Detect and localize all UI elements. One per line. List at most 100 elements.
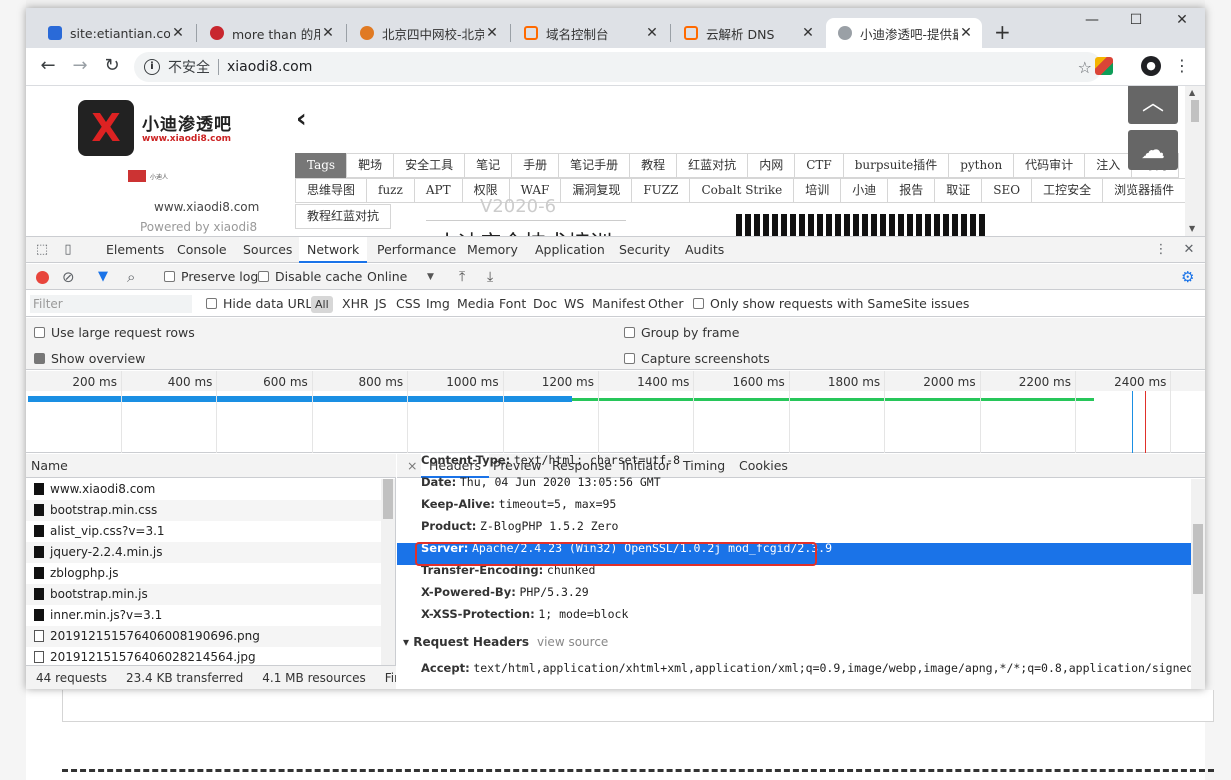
tab-security[interactable]: Security (611, 237, 678, 263)
tag-link[interactable]: 小迪 (840, 178, 889, 203)
tag-link[interactable]: 教程 (629, 153, 678, 178)
chat-button[interactable]: ☁ (1128, 130, 1178, 170)
tag-link[interactable]: 报告 (887, 178, 936, 203)
minimize-button[interactable]: — (1077, 12, 1107, 28)
checkbox-checked-icon[interactable] (34, 353, 45, 364)
filter-type-js[interactable]: JS (375, 291, 387, 317)
header-row[interactable]: Accept: text/html,application/xhtml+xml,… (421, 657, 1205, 679)
tab-performance[interactable]: Performance (369, 237, 464, 263)
new-tab-button[interactable]: + (994, 20, 1011, 44)
tab-console[interactable]: Console (169, 237, 235, 263)
tag-link[interactable]: 漏洞复现 (560, 178, 633, 203)
show-overview-checkbox[interactable]: Show overview (34, 351, 145, 366)
tag-link[interactable]: CTF (794, 153, 844, 178)
tag-link[interactable]: Cobalt Strike (689, 178, 795, 203)
header-row[interactable]: X-Powered-By: PHP/5.3.29 (421, 581, 589, 603)
site-url[interactable]: www.xiaodi8.com (154, 200, 259, 214)
checkbox-icon[interactable] (164, 271, 175, 282)
info-icon[interactable]: i (144, 59, 160, 75)
capture-screenshots-checkbox[interactable]: Capture screenshots (624, 351, 770, 366)
tag-link[interactable]: 代码审计 (1013, 153, 1086, 178)
filter-type-manifest[interactable]: Manifest (592, 291, 645, 317)
tab-network[interactable]: Network (299, 237, 368, 263)
tag-link[interactable]: 取证 (934, 178, 983, 203)
filter-type-media[interactable]: Media (457, 291, 495, 317)
tab-timing[interactable]: Timing (675, 454, 733, 478)
filter-type-xhr[interactable]: XHR (342, 291, 369, 317)
request-row[interactable]: www.xiaodi8.com (26, 479, 381, 500)
disable-cache-checkbox[interactable]: Disable cache (258, 264, 362, 290)
extension-icon[interactable] (1095, 57, 1113, 75)
page-scrollbar-thumb[interactable] (1191, 100, 1199, 122)
tag-link[interactable]: 内网 (747, 153, 796, 178)
account-icon[interactable]: ● (1141, 56, 1161, 76)
browser-tab[interactable]: site:etiantian.co ✕ (36, 18, 194, 48)
filter-type-css[interactable]: CSS (396, 291, 421, 317)
tag-link[interactable]: fuzz (366, 178, 415, 203)
filter-input[interactable]: Filter (30, 295, 192, 313)
tab-close-icon[interactable]: ✕ (170, 25, 186, 41)
request-row[interactable]: jquery-2.2.4.min.js (26, 542, 381, 563)
forward-button[interactable]: → (68, 55, 92, 76)
hide-data-urls-checkbox[interactable]: Hide data URLs (206, 291, 319, 317)
tag-link[interactable]: 教程红蓝对抗 (295, 204, 392, 229)
tab-cookies[interactable]: Cookies (731, 454, 796, 478)
checkbox-icon[interactable] (624, 327, 635, 338)
reload-button[interactable]: ↻ (100, 55, 124, 76)
filter-type-ws[interactable]: WS (564, 291, 584, 317)
tab-memory[interactable]: Memory (459, 237, 526, 263)
tag-link[interactable]: 安全工具 (393, 153, 466, 178)
header-row[interactable]: Content-Type: text/html; charset=utf-8 (421, 454, 680, 471)
preserve-log-checkbox[interactable]: Preserve log (164, 264, 258, 290)
view-source-link[interactable]: view source (537, 635, 608, 649)
tag-link[interactable]: 注入 (1084, 153, 1133, 178)
name-column-header[interactable]: Name (26, 454, 396, 478)
tab-application[interactable]: Application (527, 237, 613, 263)
tab-audits[interactable]: Audits (677, 237, 732, 263)
request-row[interactable]: bootstrap.min.css (26, 500, 381, 521)
request-row[interactable]: inner.min.js?v=3.1 (26, 605, 381, 626)
group-by-frame-checkbox[interactable]: Group by frame (624, 325, 739, 340)
request-row[interactable]: bootstrap.min.js (26, 584, 381, 605)
tag-link[interactable]: burpsuite插件 (842, 153, 950, 178)
tab-close-icon[interactable]: ✕ (320, 25, 336, 41)
tag-link[interactable]: 笔记 (464, 153, 513, 178)
browser-tab[interactable]: 域名控制台 ✕ (512, 18, 668, 48)
checkbox-icon[interactable] (624, 353, 635, 364)
detail-scrollbar-thumb[interactable] (1193, 524, 1203, 594)
tab-sources[interactable]: Sources (235, 237, 300, 263)
tag-link[interactable]: Tags (295, 153, 348, 178)
browser-tab-active[interactable]: 小迪渗透吧-提供最 ✕ (826, 18, 982, 48)
tag-link[interactable]: APT (413, 178, 463, 203)
export-har-icon[interactable]: ⤓ (487, 264, 493, 290)
import-har-icon[interactable]: ⤒ (459, 264, 465, 290)
browser-tab[interactable]: 北京四中网校-北京 ✕ (348, 18, 508, 48)
tag-link[interactable]: python (948, 153, 1015, 178)
header-row[interactable]: Date: Thu, 04 Jun 2020 13:05:56 GMT (421, 471, 661, 493)
checkbox-icon[interactable] (258, 271, 269, 282)
scroll-top-button[interactable]: ︿ (1128, 86, 1178, 124)
tag-link[interactable]: 思维导图 (295, 178, 368, 203)
request-list-scrollbar-thumb[interactable] (383, 479, 393, 519)
filter-type-font[interactable]: Font (499, 291, 526, 317)
checkbox-icon[interactable] (693, 298, 704, 309)
samesite-checkbox[interactable]: Only show requests with SameSite issues (693, 291, 969, 317)
url-text[interactable]: xiaodi8.com (227, 59, 312, 75)
bookmark-star-icon[interactable]: ☆ (1078, 58, 1092, 77)
checkbox-icon[interactable] (206, 298, 217, 309)
tag-link[interactable]: SEO (981, 178, 1033, 203)
address-bar[interactable]: i 不安全 xiaodi8.com ☆ (134, 52, 1102, 82)
tag-link[interactable]: 浏览器插件 (1102, 178, 1187, 203)
search-icon[interactable]: ⌕ (127, 264, 135, 290)
devtools-menu-icon[interactable]: ⋮ (1153, 242, 1169, 258)
inspect-element-icon[interactable]: ⬚ (34, 242, 50, 258)
tab-close-icon[interactable]: ✕ (800, 25, 816, 41)
device-toolbar-icon[interactable]: ▯ (60, 242, 76, 258)
chevron-down-icon[interactable]: ▼ (427, 264, 434, 290)
record-icon[interactable] (36, 271, 49, 284)
request-row[interactable]: 20191215157640600819069​6.png (26, 626, 381, 647)
back-chevron-icon[interactable]: ‹ (296, 104, 307, 134)
request-row[interactable]: zblogphp.js (26, 563, 381, 584)
tag-link[interactable]: 工控安全 (1031, 178, 1104, 203)
tag-link[interactable]: 手册 (511, 153, 560, 178)
